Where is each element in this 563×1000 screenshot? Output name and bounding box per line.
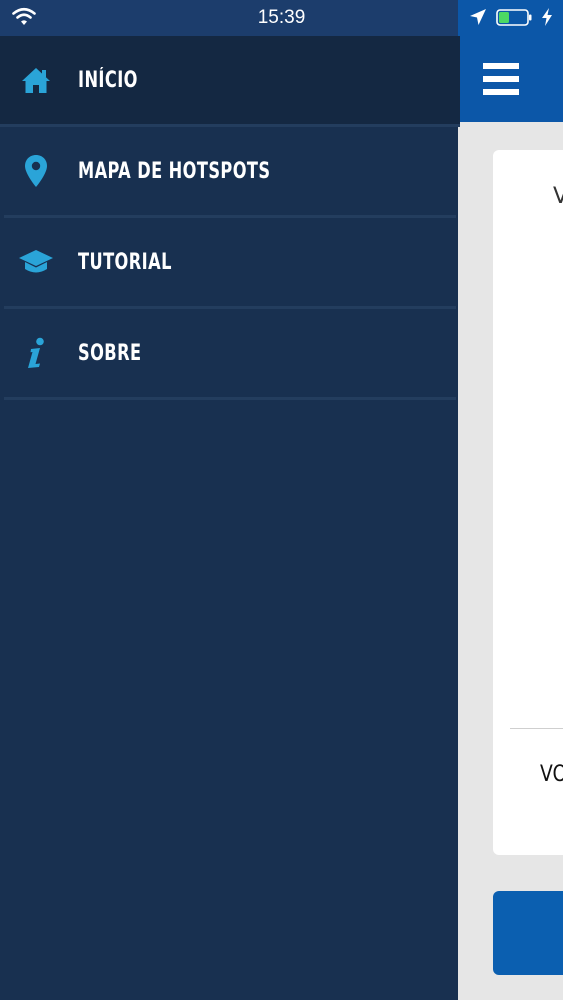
battery-icon — [496, 9, 532, 26]
map-pin-icon — [16, 151, 56, 191]
main-content: V VO — [458, 36, 563, 1000]
menu-item-tutorial[interactable]: TUTORIAL — [4, 218, 456, 309]
menu-item-label: TUTORIAL — [78, 249, 172, 275]
menu-item-mapa-de-hotspots[interactable]: MAPA DE HOTSPOTS — [4, 127, 456, 218]
home-icon — [16, 60, 56, 100]
app-header — [458, 36, 563, 122]
status-bar: 15:39 — [0, 0, 563, 36]
menu-item-label: SOBRE — [78, 340, 142, 366]
menu-item-inicio[interactable]: INÍCIO — [0, 36, 460, 127]
info-icon — [16, 333, 56, 373]
navigation-drawer: INÍCIO MAPA DE HOTSPOTS TUTORIAL SOBRE — [0, 36, 460, 1000]
menu-item-sobre[interactable]: SOBRE — [4, 309, 456, 400]
card-divider — [510, 728, 563, 729]
location-arrow-icon — [470, 9, 486, 25]
hamburger-line-icon — [483, 63, 519, 69]
hamburger-line-icon — [483, 76, 519, 82]
graduation-cap-icon — [16, 242, 56, 282]
primary-action-button[interactable] — [493, 891, 563, 975]
charging-bolt-icon — [542, 8, 552, 26]
menu-toggle-button[interactable] — [483, 63, 519, 95]
content-card: V VO — [493, 150, 563, 855]
card-bottom-text: VO — [540, 762, 563, 787]
card-top-text: V — [553, 184, 563, 209]
hamburger-line-icon — [483, 89, 519, 95]
menu-item-label: MAPA DE HOTSPOTS — [78, 158, 271, 184]
menu-item-label: INÍCIO — [78, 67, 138, 93]
